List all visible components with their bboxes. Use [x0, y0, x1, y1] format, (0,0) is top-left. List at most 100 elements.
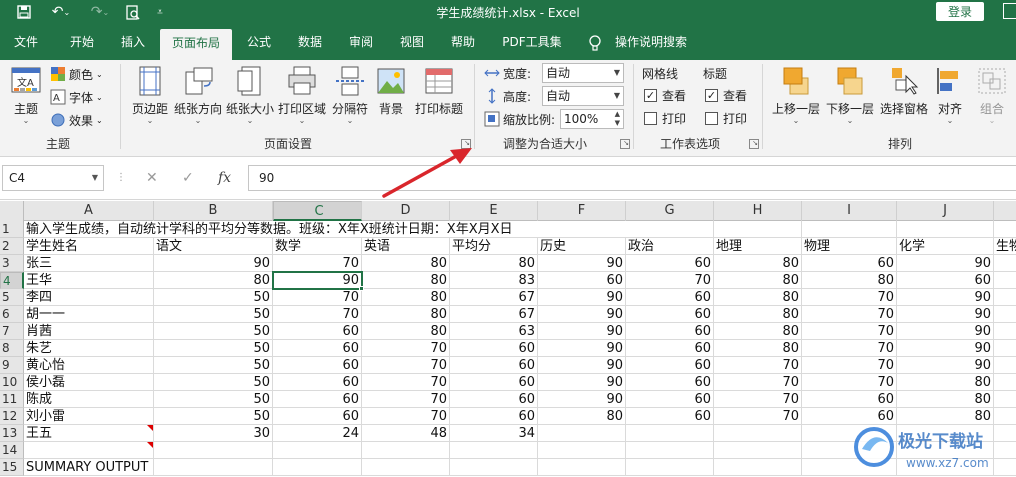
tab-pdf-tools[interactable]: PDF工具集	[494, 25, 570, 60]
row-header-4[interactable]: 4	[0, 272, 24, 289]
cell[interactable]: 60	[626, 306, 714, 323]
cell[interactable]	[626, 442, 714, 459]
row-header-6[interactable]: 6	[0, 306, 24, 323]
column-header-d[interactable]: D	[362, 201, 450, 221]
row-header-1[interactable]: 1	[0, 221, 24, 238]
cell[interactable]: 30	[154, 425, 273, 442]
selection-pane-button[interactable]: 选择窗格	[878, 64, 930, 134]
tell-me-search[interactable]: 操作说明搜索	[606, 25, 696, 60]
row-header-15[interactable]: 15	[0, 459, 24, 476]
cell[interactable]: 90	[897, 323, 994, 340]
cell[interactable]	[626, 459, 714, 476]
tab-formulas[interactable]: 公式	[238, 25, 280, 60]
row-header-13[interactable]: 13	[0, 425, 24, 442]
cell[interactable]: 60	[802, 391, 897, 408]
cell[interactable]	[994, 289, 1016, 306]
tab-insert[interactable]: 插入	[112, 25, 154, 60]
cell[interactable]: 60	[273, 340, 362, 357]
cell[interactable]: 英语	[362, 238, 450, 255]
cell[interactable]: 物理	[802, 238, 897, 255]
cell[interactable]: 朱艺	[24, 340, 154, 357]
cell[interactable]: SUMMARY OUTPUT	[24, 459, 154, 476]
cell[interactable]: 70	[802, 340, 897, 357]
theme-colors-button[interactable]: 颜色 ⌄	[50, 64, 103, 84]
cell[interactable]: 90	[154, 255, 273, 272]
align-button[interactable]: 对齐 ⌄	[932, 64, 968, 134]
cell[interactable]: 60	[450, 357, 538, 374]
cell[interactable]: 83	[450, 272, 538, 289]
cancel-icon[interactable]: ✕	[146, 165, 158, 191]
orientation-button[interactable]: 纸张方向 ⌄	[174, 64, 222, 134]
cell[interactable]: 80	[802, 272, 897, 289]
cell[interactable]: 平均分	[450, 238, 538, 255]
cell[interactable]: 90	[897, 306, 994, 323]
cell[interactable]: 70	[802, 357, 897, 374]
cell[interactable]: 肖茜	[24, 323, 154, 340]
cell[interactable]: 60	[273, 374, 362, 391]
restore-window-icon[interactable]	[1003, 3, 1016, 19]
cell[interactable]: 80	[154, 272, 273, 289]
cell[interactable]	[897, 221, 994, 238]
cell[interactable]	[714, 459, 802, 476]
cell[interactable]: 学生姓名	[24, 238, 154, 255]
cell[interactable]: 语文	[154, 238, 273, 255]
print-titles-button[interactable]: 打印标题	[412, 64, 466, 134]
gridlines-view-checkbox[interactable]: ✓ 查看	[644, 85, 686, 105]
cell[interactable]: 60	[802, 255, 897, 272]
cell[interactable]: 90	[897, 340, 994, 357]
cell[interactable]: 63	[450, 323, 538, 340]
cell[interactable]	[24, 442, 154, 459]
cell[interactable]: 60	[897, 272, 994, 289]
tab-review[interactable]: 审阅	[340, 25, 382, 60]
headings-view-checkbox[interactable]: ✓ 查看	[705, 85, 747, 105]
column-header-f[interactable]: F	[538, 201, 626, 221]
enter-icon[interactable]: ✓	[182, 165, 194, 191]
cell[interactable]	[802, 221, 897, 238]
theme-effects-button[interactable]: 效果 ⌄	[50, 110, 103, 130]
cell[interactable]	[362, 442, 450, 459]
cell[interactable]: 50	[154, 289, 273, 306]
cell[interactable]: 50	[154, 391, 273, 408]
cell[interactable]: 50	[154, 323, 273, 340]
cell[interactable]: 王五	[24, 425, 154, 442]
cell[interactable]	[154, 442, 273, 459]
column-header-j[interactable]: J	[897, 201, 994, 221]
cell[interactable]: 80	[897, 391, 994, 408]
cell[interactable]: 90	[538, 391, 626, 408]
cell[interactable]	[994, 374, 1016, 391]
cell[interactable]: 70	[362, 340, 450, 357]
cell[interactable]: 胡一一	[24, 306, 154, 323]
column-header-h[interactable]: H	[714, 201, 802, 221]
cell[interactable]: 60	[273, 391, 362, 408]
cell[interactable]: 80	[897, 374, 994, 391]
row-header-12[interactable]: 12	[0, 408, 24, 425]
cell[interactable]: 地理	[714, 238, 802, 255]
cell[interactable]: 70	[626, 272, 714, 289]
cell[interactable]: 王华	[24, 272, 154, 289]
breaks-button[interactable]: 分隔符 ⌄	[330, 64, 370, 134]
width-select[interactable]: 自动 ▼	[542, 63, 624, 83]
cell[interactable]: 70	[362, 391, 450, 408]
row-header-2[interactable]: 2	[0, 238, 24, 255]
cell[interactable]: 90	[538, 255, 626, 272]
cell[interactable]	[538, 425, 626, 442]
cell[interactable]: 60	[538, 272, 626, 289]
cell[interactable]: 80	[362, 323, 450, 340]
cell[interactable]: 侯小磊	[24, 374, 154, 391]
cell[interactable]	[273, 442, 362, 459]
cell[interactable]: 60	[273, 323, 362, 340]
cell[interactable]: 60	[626, 374, 714, 391]
cell[interactable]: 80	[538, 408, 626, 425]
column-header-g[interactable]: G	[626, 201, 714, 221]
cell[interactable]: 70	[273, 306, 362, 323]
tab-file[interactable]: 文件	[6, 25, 46, 60]
row-header-9[interactable]: 9	[0, 357, 24, 374]
cell[interactable]: 70	[802, 289, 897, 306]
tab-page-layout[interactable]: 页面布局	[160, 29, 232, 60]
fill-handle[interactable]	[359, 286, 364, 291]
cell[interactable]	[714, 442, 802, 459]
cell[interactable]	[994, 255, 1016, 272]
cell[interactable]: 60	[626, 323, 714, 340]
cell[interactable]: 60	[626, 340, 714, 357]
cell[interactable]	[714, 425, 802, 442]
